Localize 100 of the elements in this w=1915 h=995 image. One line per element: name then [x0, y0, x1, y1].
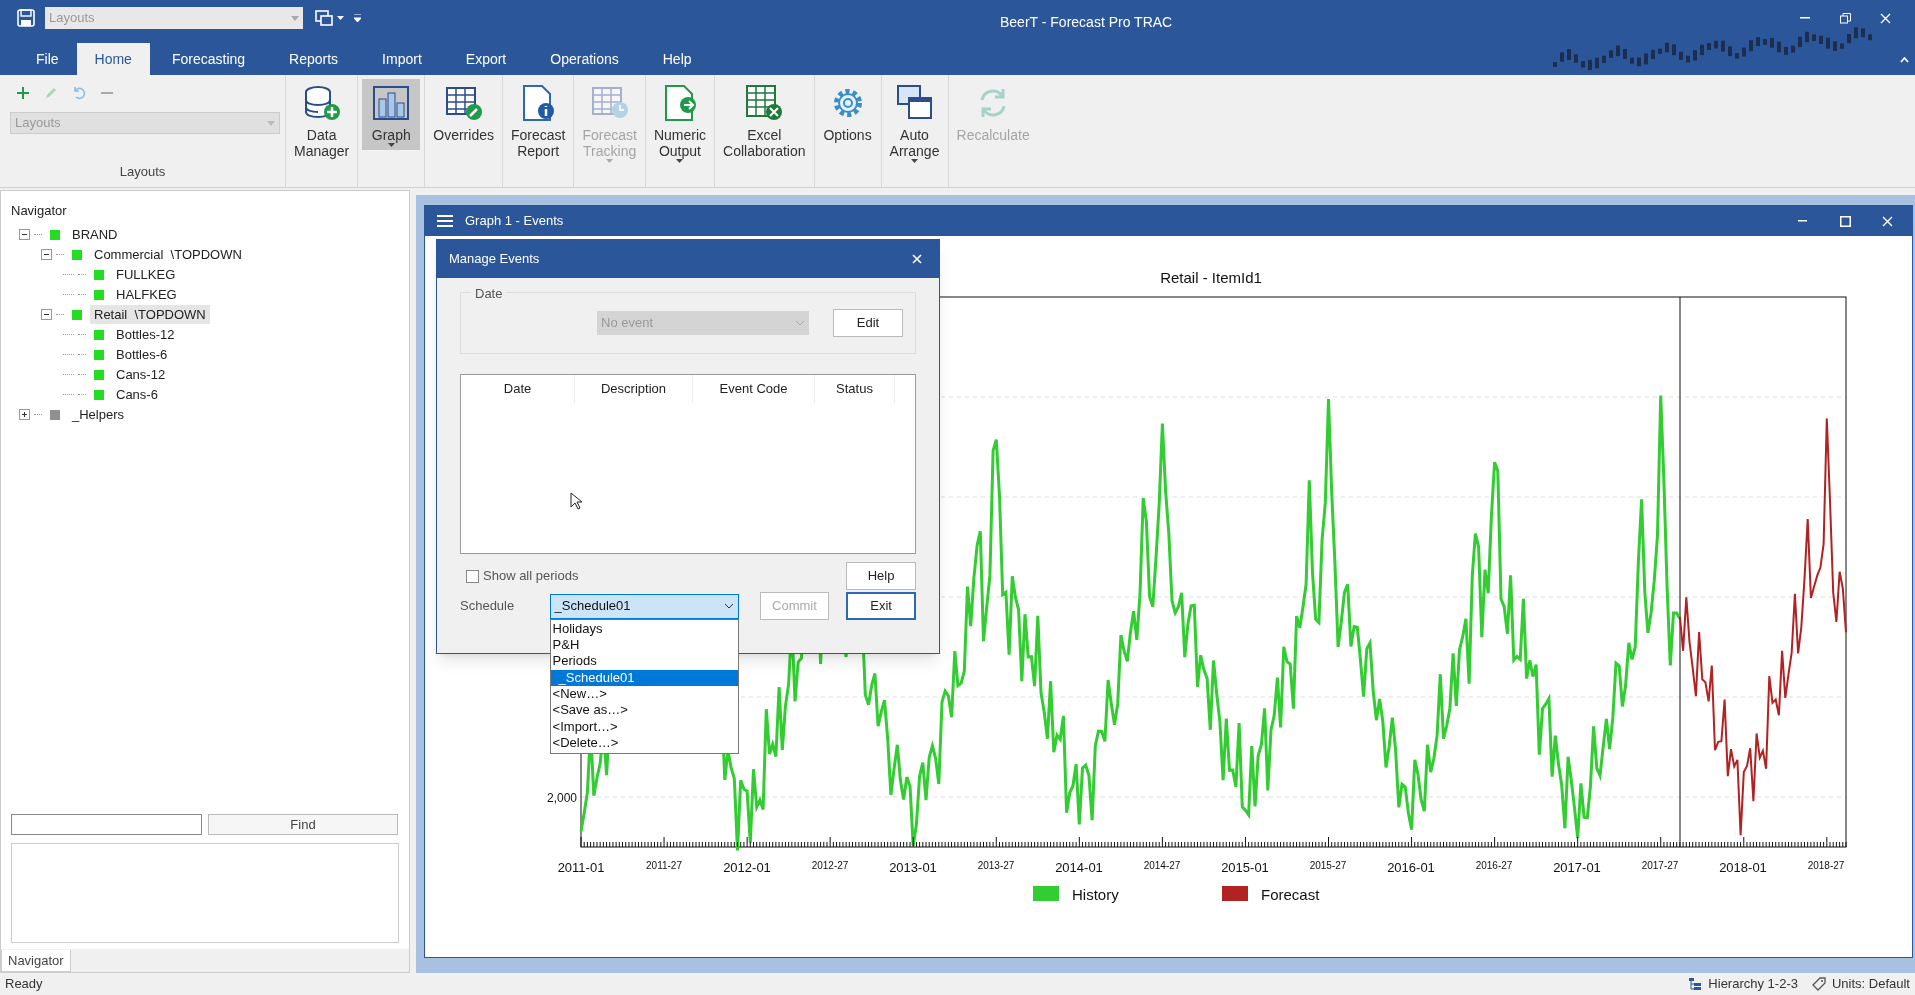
x-axis-label: 2015-27	[1309, 860, 1347, 871]
collapse-ribbon-icon[interactable]	[1900, 57, 1909, 63]
tree-item[interactable]: HALFKEG	[112, 284, 181, 305]
ribbon-tab[interactable]: Help	[644, 43, 710, 75]
ribbon-tab[interactable]: Home	[76, 43, 150, 75]
ribbon-button[interactable]: Graph	[362, 79, 421, 150]
sparkline-bar	[1742, 47, 1746, 57]
x-axis-label: 2014-01	[1055, 860, 1103, 875]
dropdown-option[interactable]: <Save as…>	[550, 702, 738, 719]
restore-button[interactable]	[1840, 11, 1854, 25]
tree-item[interactable]: _Helpers	[68, 404, 129, 425]
column-header[interactable]: Date	[461, 375, 575, 403]
tree-item[interactable]: Bottles-6	[112, 344, 172, 365]
ribbon-tab[interactable]: Import	[364, 43, 440, 75]
checkbox[interactable]	[466, 569, 479, 583]
ribbon-tab[interactable]: Export	[447, 43, 525, 75]
spreadsheet-icon	[744, 83, 785, 123]
sparkline-bar	[1616, 45, 1620, 57]
sparkline-bar	[1798, 36, 1802, 48]
close-button[interactable]	[1882, 215, 1894, 227]
bar-chart-icon	[371, 83, 412, 123]
collapse-toggle[interactable]	[41, 309, 52, 320]
dropdown-option[interactable]: Periods	[550, 653, 738, 670]
sparkline-bar	[1693, 50, 1697, 61]
x-axis-label: 2017-01	[1553, 860, 1601, 875]
tree-item[interactable]: Commercial \TOPDOWN	[90, 244, 246, 265]
caret-icon[interactable]	[337, 16, 344, 20]
group-label: Layouts	[119, 162, 166, 181]
schedule-combo[interactable]: _Schedule01	[549, 593, 739, 619]
navigator-tab[interactable]: Navigator	[1, 950, 71, 972]
sparkline-bar	[1749, 40, 1753, 52]
close-icon	[1882, 215, 1893, 227]
dropdown-option[interactable]: <Delete…>	[550, 735, 738, 752]
sparkline-bar	[1854, 27, 1858, 39]
exit-button[interactable]: Exit	[846, 592, 916, 620]
x-axis-label: 2013-01	[889, 860, 937, 875]
tree-item[interactable]: BRAND	[68, 224, 122, 245]
sparkline-bar	[1770, 37, 1774, 48]
ribbon-button[interactable]: Data Manager	[290, 79, 354, 162]
window-title: BeerT - Forecast Pro TRAC	[1000, 13, 1173, 32]
search-field[interactable]	[11, 814, 202, 835]
sparkline-bar	[1630, 57, 1634, 64]
sparkline-bar	[1840, 43, 1844, 49]
tree-item[interactable]: Cans-6	[112, 384, 162, 405]
ribbon-tab[interactable]: Reports	[271, 43, 357, 75]
menu-icon[interactable]	[437, 215, 453, 227]
help-button[interactable]: Help	[846, 562, 916, 590]
save-icon[interactable]	[17, 9, 35, 27]
sparkline-bar	[1847, 34, 1851, 44]
sparkline-bar	[1574, 54, 1578, 63]
tree-item[interactable]: Retail \TOPDOWN	[90, 304, 210, 325]
ribbon-button[interactable]: Forecast Report	[506, 79, 570, 162]
collapse-toggle[interactable]	[19, 229, 30, 240]
ribbon-button[interactable]: Overrides	[429, 79, 498, 146]
sparkline-bar	[1833, 41, 1837, 51]
sparkline-bar	[1651, 49, 1655, 60]
sparkline-bar	[1700, 44, 1704, 56]
sparkline-bar	[1805, 31, 1809, 43]
find-button[interactable]: Find	[208, 814, 398, 835]
minus-icon	[43, 251, 50, 258]
expand-toggle[interactable]	[19, 409, 30, 420]
column-header[interactable]: Description	[575, 375, 693, 403]
maximize-button[interactable]	[1840, 215, 1852, 227]
chevron-icon	[795, 320, 805, 326]
dropdown-option[interactable]: _Schedule01	[550, 669, 738, 687]
dropdown-option[interactable]: <New…>	[550, 686, 738, 703]
tree-item[interactable]: Bottles-12	[112, 324, 179, 345]
sparkline-bar	[1609, 50, 1613, 58]
schedule-label: Schedule	[460, 597, 516, 616]
dropdown-option[interactable]: P&H	[550, 636, 738, 654]
window-layout-icon[interactable]	[315, 10, 333, 26]
ribbon-tab[interactable]: File	[18, 43, 77, 75]
plus-icon	[21, 411, 28, 418]
ribbon-tab[interactable]: Operations	[532, 43, 637, 75]
column-header[interactable]: Status	[815, 375, 895, 403]
ribbon-tab[interactable]: Forecasting	[153, 43, 264, 75]
dropdown-option[interactable]: <Import…>	[550, 718, 738, 736]
edit-button[interactable]: Edit	[833, 309, 903, 337]
column-header[interactable]: Event Code	[693, 375, 815, 403]
panel-title: Navigator	[10, 202, 68, 220]
add-icon[interactable]	[16, 86, 30, 100]
tree-item[interactable]: FULLKEG	[112, 264, 180, 285]
checkbox-label: Show all periods	[483, 567, 579, 586]
sparkline-bar	[1602, 55, 1606, 64]
sparkline-bar	[1623, 48, 1627, 60]
ribbon-button[interactable]: Excel Collaboration	[719, 79, 810, 162]
sparkline-bar	[1637, 57, 1641, 67]
ribbon-button[interactable]: Options	[818, 79, 877, 146]
dropdown-option[interactable]: Holidays	[550, 620, 738, 637]
chevron-icon	[723, 603, 734, 609]
tree-item[interactable]: Cans-12	[112, 364, 170, 385]
sparkline-bar	[1763, 39, 1767, 45]
ribbon-button[interactable]: Auto Arrange	[885, 79, 944, 166]
ribbon-button[interactable]: Numeric Output	[649, 79, 710, 166]
x-axis-label: 2015-01	[1221, 860, 1269, 875]
chart-title: Retail - ItemId1	[1160, 269, 1262, 286]
dialog-title: Manage Events	[449, 250, 540, 269]
customize-icon[interactable]	[354, 14, 361, 22]
units-status: Units: Default	[1831, 975, 1910, 994]
collapse-toggle[interactable]	[41, 249, 52, 260]
